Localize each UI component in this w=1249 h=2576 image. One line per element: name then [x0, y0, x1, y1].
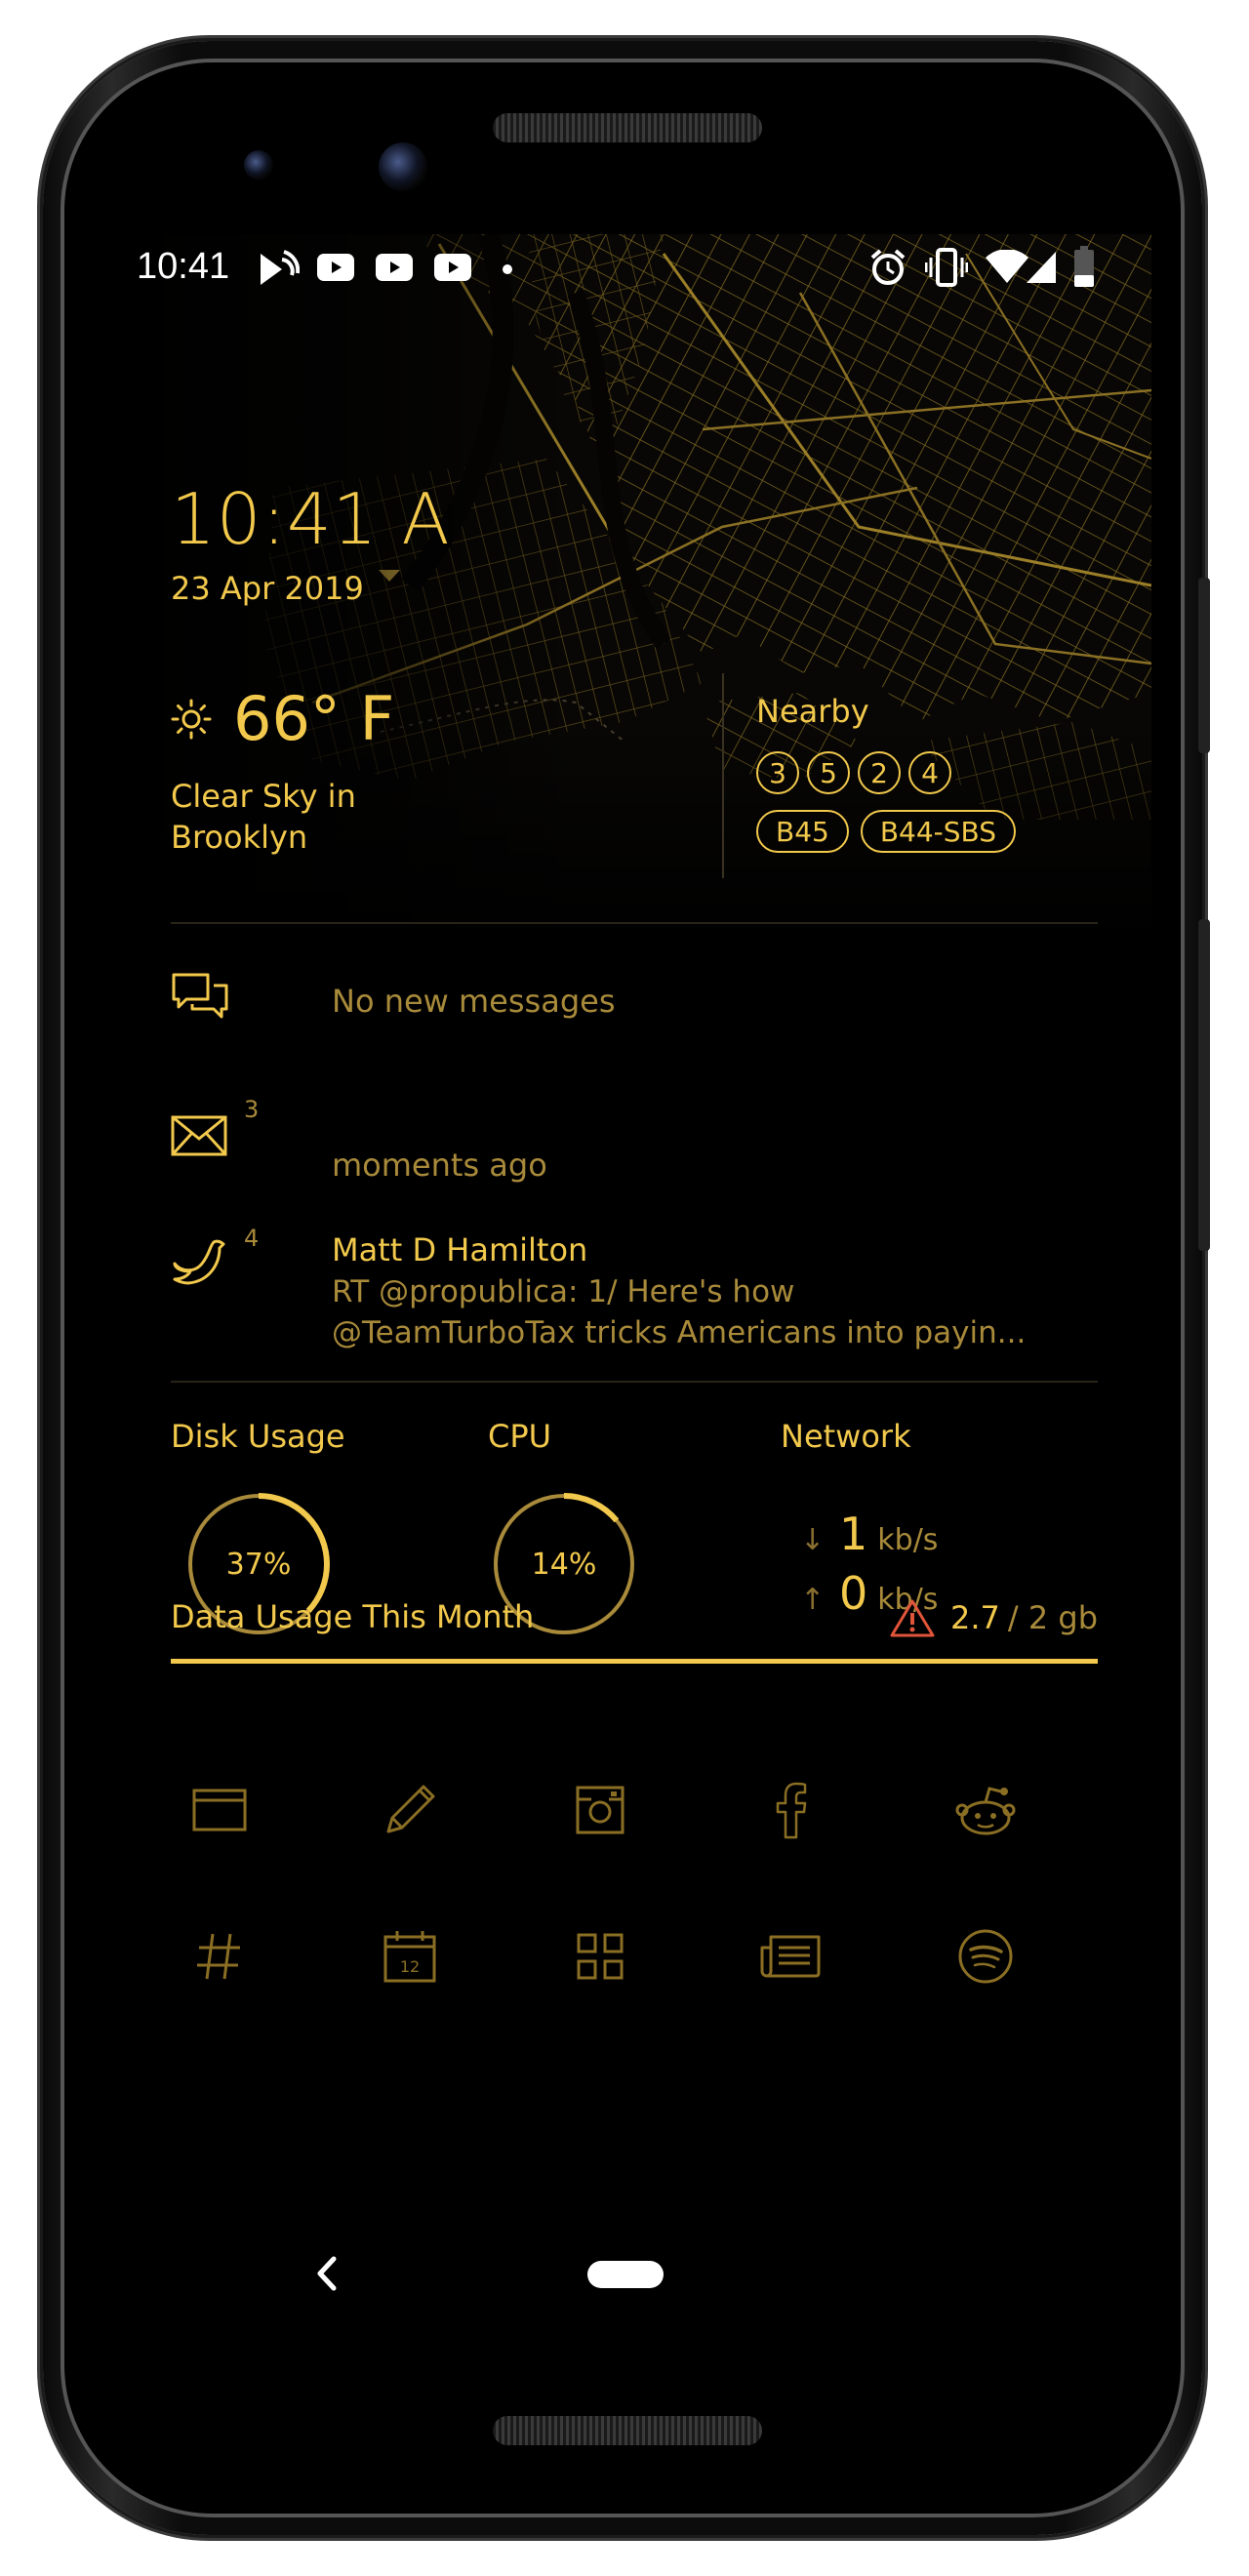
- home-pill-button[interactable]: [587, 2261, 664, 2288]
- nearby-label: Nearby: [756, 693, 869, 730]
- home-screen: 10:41 10:41 A 23 Apr 2019 66° F Clear Sk…: [117, 234, 1151, 2322]
- subway-line-badge[interactable]: 5: [807, 751, 850, 794]
- back-icon[interactable]: [312, 2249, 342, 2298]
- facebook-icon-graphic: [776, 1782, 807, 1839]
- clock-date[interactable]: 23 Apr 2019: [171, 570, 364, 607]
- subway-lines: 3 5 2 4: [756, 751, 951, 794]
- chat-icon[interactable]: [171, 972, 229, 1023]
- cell-signal-icon: [1027, 252, 1056, 283]
- network-label: Network: [781, 1418, 911, 1455]
- data-usage-bar: [171, 1659, 1098, 1664]
- wifi-icon: [986, 250, 1028, 283]
- warning-icon: [890, 1599, 935, 1637]
- reddit-icon[interactable]: [951, 1776, 1020, 1844]
- bus-line-badge[interactable]: B45: [756, 810, 849, 853]
- grid-apps-icon[interactable]: [566, 1922, 634, 1991]
- front-sensor: [244, 150, 273, 180]
- calendar-icon-graphic: 12: [383, 1931, 436, 1983]
- vibrate-icon: [925, 248, 968, 287]
- download-speed: 1: [839, 1508, 868, 1560]
- cpu-label: CPU: [488, 1418, 552, 1455]
- subway-line-badge[interactable]: 3: [756, 751, 799, 794]
- volume-button: [1198, 919, 1210, 1251]
- clock-time[interactable]: 10:41 A: [171, 478, 451, 560]
- mail-icon[interactable]: [171, 1115, 227, 1156]
- sun-icon: [171, 699, 212, 739]
- network-download[interactable]: ↓ 1 kb/s: [800, 1508, 938, 1560]
- email-timestamp[interactable]: moments ago: [332, 1147, 547, 1184]
- calendar-icon[interactable]: 12: [376, 1922, 444, 1991]
- bus-line-badge[interactable]: B44-SBS: [860, 810, 1017, 853]
- weather-condition: Clear Sky in Brooklyn: [171, 778, 356, 856]
- youtube-icon: [376, 254, 413, 281]
- data-usage-label[interactable]: Data Usage This Month: [171, 1598, 534, 1635]
- temperature: 66° F: [233, 683, 395, 754]
- youtube-icon: [317, 254, 354, 281]
- tweet-body[interactable]: RT @propublica: 1/ Here's how @TeamTurbo…: [332, 1271, 1112, 1353]
- tweet-line: RT @propublica: 1/ Here's how: [332, 1274, 795, 1309]
- section-divider: [171, 1381, 1098, 1383]
- browser-icon-graphic: [192, 1789, 247, 1831]
- calendar-day: 12: [400, 1957, 420, 1976]
- spotify-icon[interactable]: [951, 1922, 1020, 1991]
- messages-status[interactable]: No new messages: [332, 983, 615, 1020]
- status-time: 10:41: [137, 246, 230, 287]
- bus-lines: B45 B44-SBS: [756, 810, 1017, 853]
- hash-icon-graphic: [197, 1933, 240, 1980]
- twitter-count-badge: 4: [244, 1225, 260, 1252]
- reddit-icon-graphic: [955, 1787, 1016, 1835]
- pencil-icon-graphic: [386, 1785, 435, 1833]
- upload-speed: 0: [839, 1567, 868, 1620]
- tweet-author[interactable]: Matt D Hamilton: [332, 1231, 587, 1268]
- instagram-icon-graphic: [576, 1786, 624, 1834]
- arrow-up-icon: ↑: [800, 1583, 826, 1617]
- email-count-badge: 3: [244, 1096, 260, 1123]
- facebook-icon[interactable]: [756, 1776, 825, 1844]
- tweet-line: @TeamTurboTax tricks Americans into payi…: [332, 1315, 1027, 1350]
- browser-icon[interactable]: [185, 1776, 254, 1844]
- cast-play-icon: [261, 250, 300, 285]
- data-usage-bar-fill: [171, 1659, 1098, 1664]
- bottom-speaker: [493, 2416, 762, 2445]
- alarm-icon: [870, 249, 906, 285]
- subway-line-badge[interactable]: 2: [858, 751, 901, 794]
- arrow-down-icon: ↓: [800, 1523, 826, 1557]
- data-total: / 2 gb: [1007, 1599, 1098, 1636]
- spotify-icon-graphic: [958, 1929, 1013, 1984]
- section-divider: [171, 922, 1098, 924]
- front-camera: [379, 142, 427, 191]
- pencil-icon[interactable]: [376, 1776, 444, 1844]
- more-notifications-dot-icon: [503, 264, 512, 274]
- download-unit: kb/s: [877, 1523, 939, 1557]
- disk-usage-label: Disk Usage: [171, 1418, 345, 1455]
- instagram-icon[interactable]: [566, 1776, 634, 1844]
- data-used: 2.7: [950, 1599, 1000, 1636]
- divider: [722, 673, 724, 878]
- weather-widget[interactable]: 66° F: [171, 683, 394, 754]
- data-usage-value[interactable]: 2.7 / 2 gb: [890, 1598, 1098, 1637]
- power-button: [1198, 578, 1210, 753]
- news-icon-graphic: [760, 1935, 821, 1978]
- youtube-icon: [434, 254, 471, 281]
- top-speaker: [493, 113, 762, 142]
- battery-icon: [1074, 246, 1094, 287]
- status-bar: 10:41: [117, 234, 1151, 302]
- news-icon[interactable]: [756, 1922, 825, 1991]
- slack-hash-icon[interactable]: [185, 1922, 254, 1991]
- subway-line-badge[interactable]: 4: [908, 751, 951, 794]
- grid-icon-graphic: [577, 1933, 624, 1980]
- twitter-icon[interactable]: [171, 1234, 227, 1287]
